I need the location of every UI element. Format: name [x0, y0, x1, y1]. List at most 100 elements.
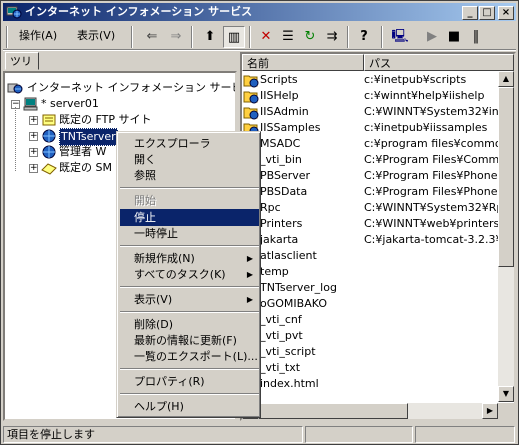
ftp-site-icon: [42, 114, 56, 126]
help-icon[interactable]: ?: [353, 26, 375, 48]
list-item-name: IISHelp: [260, 89, 299, 102]
list-item[interactable]: Scripts c:¥inetpub¥scripts: [242, 72, 498, 88]
scroll-up-button[interactable]: ▲: [498, 71, 514, 87]
scroll-thumb[interactable]: [498, 87, 514, 267]
menu-item-stop[interactable]: 停止: [120, 209, 259, 226]
menu-separator: [120, 393, 259, 395]
play-icon[interactable]: ▶: [421, 26, 443, 48]
list-item[interactable]: Rpc C:¥WINNT¥System32¥Rpc: [242, 200, 509, 216]
menu-item-explorer[interactable]: エクスプローラ: [120, 135, 259, 152]
menu-item-browse[interactable]: 参照: [120, 167, 259, 184]
tree-item-ftp[interactable]: + 既定の FTP サイト: [7, 112, 207, 128]
list-item[interactable]: TNTserver_log: [242, 280, 498, 296]
column-header-name[interactable]: 名前: [242, 54, 364, 71]
iis-app-icon: [6, 6, 22, 19]
iis-root-icon: [7, 83, 23, 94]
list-item[interactable]: _vti_pvt: [242, 328, 498, 344]
menu-item-properties[interactable]: プロパティ(R): [120, 373, 259, 390]
tree-server[interactable]: − * server01: [7, 96, 207, 112]
list-item[interactable]: jakarta C:¥jakarta-tomcat-3.2.3¥bi: [242, 232, 513, 248]
scroll-thumb[interactable]: [258, 403, 408, 419]
menu-item-refresh[interactable]: 最新の情報に更新(F): [120, 332, 259, 349]
list-item-name: temp: [260, 265, 289, 278]
list-item-path: C:¥WINNT¥System32¥Rpc: [364, 201, 510, 214]
submenu-arrow-icon: ▶: [246, 295, 253, 304]
context-menu: エクスプローラ 開く 参照 開始 停止 一時停止 新規作成(N) ▶ すべてのタス…: [116, 131, 261, 418]
list-item[interactable]: IISHelp c:¥winnt¥help¥iishelp: [242, 88, 498, 104]
list-item[interactable]: temp: [242, 264, 498, 280]
list-item[interactable]: Printers C:¥WINNT¥web¥printers: [242, 216, 499, 232]
menu-item-open[interactable]: 開く: [120, 151, 259, 168]
list-item-name: Rpc: [260, 201, 281, 214]
pause-icon[interactable]: ‖: [465, 26, 487, 48]
window-title: インターネット インフォメーション サービス: [25, 5, 253, 18]
menu-item-export[interactable]: 一覧のエクスポート(L)...: [120, 348, 259, 365]
expand-toggle[interactable]: +: [29, 164, 38, 173]
delete-icon[interactable]: ✕: [255, 26, 277, 48]
list-item-name: _vti_script: [260, 345, 316, 358]
list-item-name: IISAdmin: [260, 105, 309, 118]
menu-item-new-label: 新規作成(N): [134, 252, 195, 265]
list-item-name: MSADC: [260, 137, 301, 150]
list-item[interactable]: PBSData C:¥Program Files¥Phone E: [242, 184, 508, 200]
list-item-name: _vti_cnf: [260, 313, 302, 326]
back-icon[interactable]: ⇐: [141, 26, 163, 48]
menu-item-help[interactable]: ヘルプ(H): [120, 398, 259, 415]
menu-action[interactable]: 操作(A): [15, 27, 61, 45]
maximize-button[interactable]: □: [479, 6, 495, 20]
submenu-arrow-icon: ▶: [246, 254, 253, 263]
submenu-arrow-icon: ▶: [246, 270, 253, 279]
list-item-name: PBSData: [260, 185, 308, 198]
show-tree-icon[interactable]: ▥: [223, 26, 245, 48]
expand-toggle[interactable]: +: [29, 132, 38, 141]
list-item[interactable]: _vti_txt: [242, 360, 498, 376]
close-button[interactable]: ×: [498, 6, 514, 20]
menu-separator: [120, 245, 259, 247]
list-item-name: _vti_bin: [260, 153, 302, 166]
list-item[interactable]: oGOMIBAKO: [242, 296, 498, 312]
list-item[interactable]: _vti_cnf: [242, 312, 498, 328]
forward-icon[interactable]: ⇒: [165, 26, 187, 48]
refresh-icon[interactable]: ↻: [299, 26, 321, 48]
list-item-name: atlasclient: [260, 249, 317, 262]
title-bar[interactable]: インターネット インフォメーション サービス: [3, 3, 516, 21]
web-site-icon: [42, 145, 56, 159]
expand-toggle[interactable]: +: [29, 148, 38, 157]
list-item[interactable]: PBServer C:¥Program Files¥Phone E: [242, 168, 508, 184]
properties-icon[interactable]: ☰: [277, 26, 299, 48]
list-item[interactable]: MSADC c:¥program files¥common: [242, 136, 509, 152]
computer-icon: [23, 97, 38, 111]
list-item-name: TNTserver_log: [260, 281, 337, 294]
iis-window: インターネット インフォメーション サービス _ □ × 操作(A) 表示(V)…: [0, 0, 519, 445]
column-header-path[interactable]: パス: [364, 54, 514, 71]
up-folder-icon[interactable]: ⬆: [199, 26, 221, 48]
list-item-path: c:¥inetpub¥iissamples: [364, 121, 488, 134]
menu-item-all-tasks[interactable]: すべてのタスク(K) ▶: [120, 266, 259, 283]
list-item[interactable]: IISAdmin C:¥WINNT¥System32¥inet: [242, 104, 510, 120]
minimize-button[interactable]: _: [462, 6, 478, 20]
list-item[interactable]: _vti_script: [242, 344, 498, 360]
computer-icon[interactable]: 🖳: [389, 26, 411, 48]
menu-item-new[interactable]: 新規作成(N) ▶: [120, 250, 259, 267]
tab-tree[interactable]: ツリー: [5, 52, 39, 86]
menu-view[interactable]: 表示(V): [73, 27, 119, 45]
virtual-directory-icon: [243, 75, 259, 88]
list-item[interactable]: IISSamples c:¥inetpub¥iissamples: [242, 120, 498, 136]
list-item-name: _vti_txt: [260, 361, 301, 374]
toolbar-divider: [3, 49, 516, 51]
list-item[interactable]: _vti_bin C:¥Program Files¥Commor: [242, 152, 511, 168]
list-item[interactable]: index.html: [242, 376, 498, 392]
list-item[interactable]: atlasclient: [242, 248, 498, 264]
scroll-down-button[interactable]: ▼: [498, 386, 514, 402]
menu-item-delete[interactable]: 削除(D): [120, 316, 259, 333]
list-pane[interactable]: 名前 パス Scripts c:¥inetpub¥scripts IISHelp c:…: [240, 52, 516, 421]
stop-icon[interactable]: ■: [443, 26, 465, 48]
vertical-scrollbar[interactable]: ▲ ▼: [498, 71, 514, 402]
expand-toggle[interactable]: +: [29, 116, 38, 125]
horizontal-scrollbar[interactable]: ◀ ▶: [242, 403, 498, 419]
export-list-icon[interactable]: ⇉: [321, 26, 343, 48]
menu-item-pause[interactable]: 一時停止: [120, 225, 259, 242]
scroll-right-button[interactable]: ▶: [482, 403, 498, 419]
menu-item-view[interactable]: 表示(V) ▶: [120, 291, 259, 308]
menu-item-start[interactable]: 開始: [120, 192, 259, 209]
